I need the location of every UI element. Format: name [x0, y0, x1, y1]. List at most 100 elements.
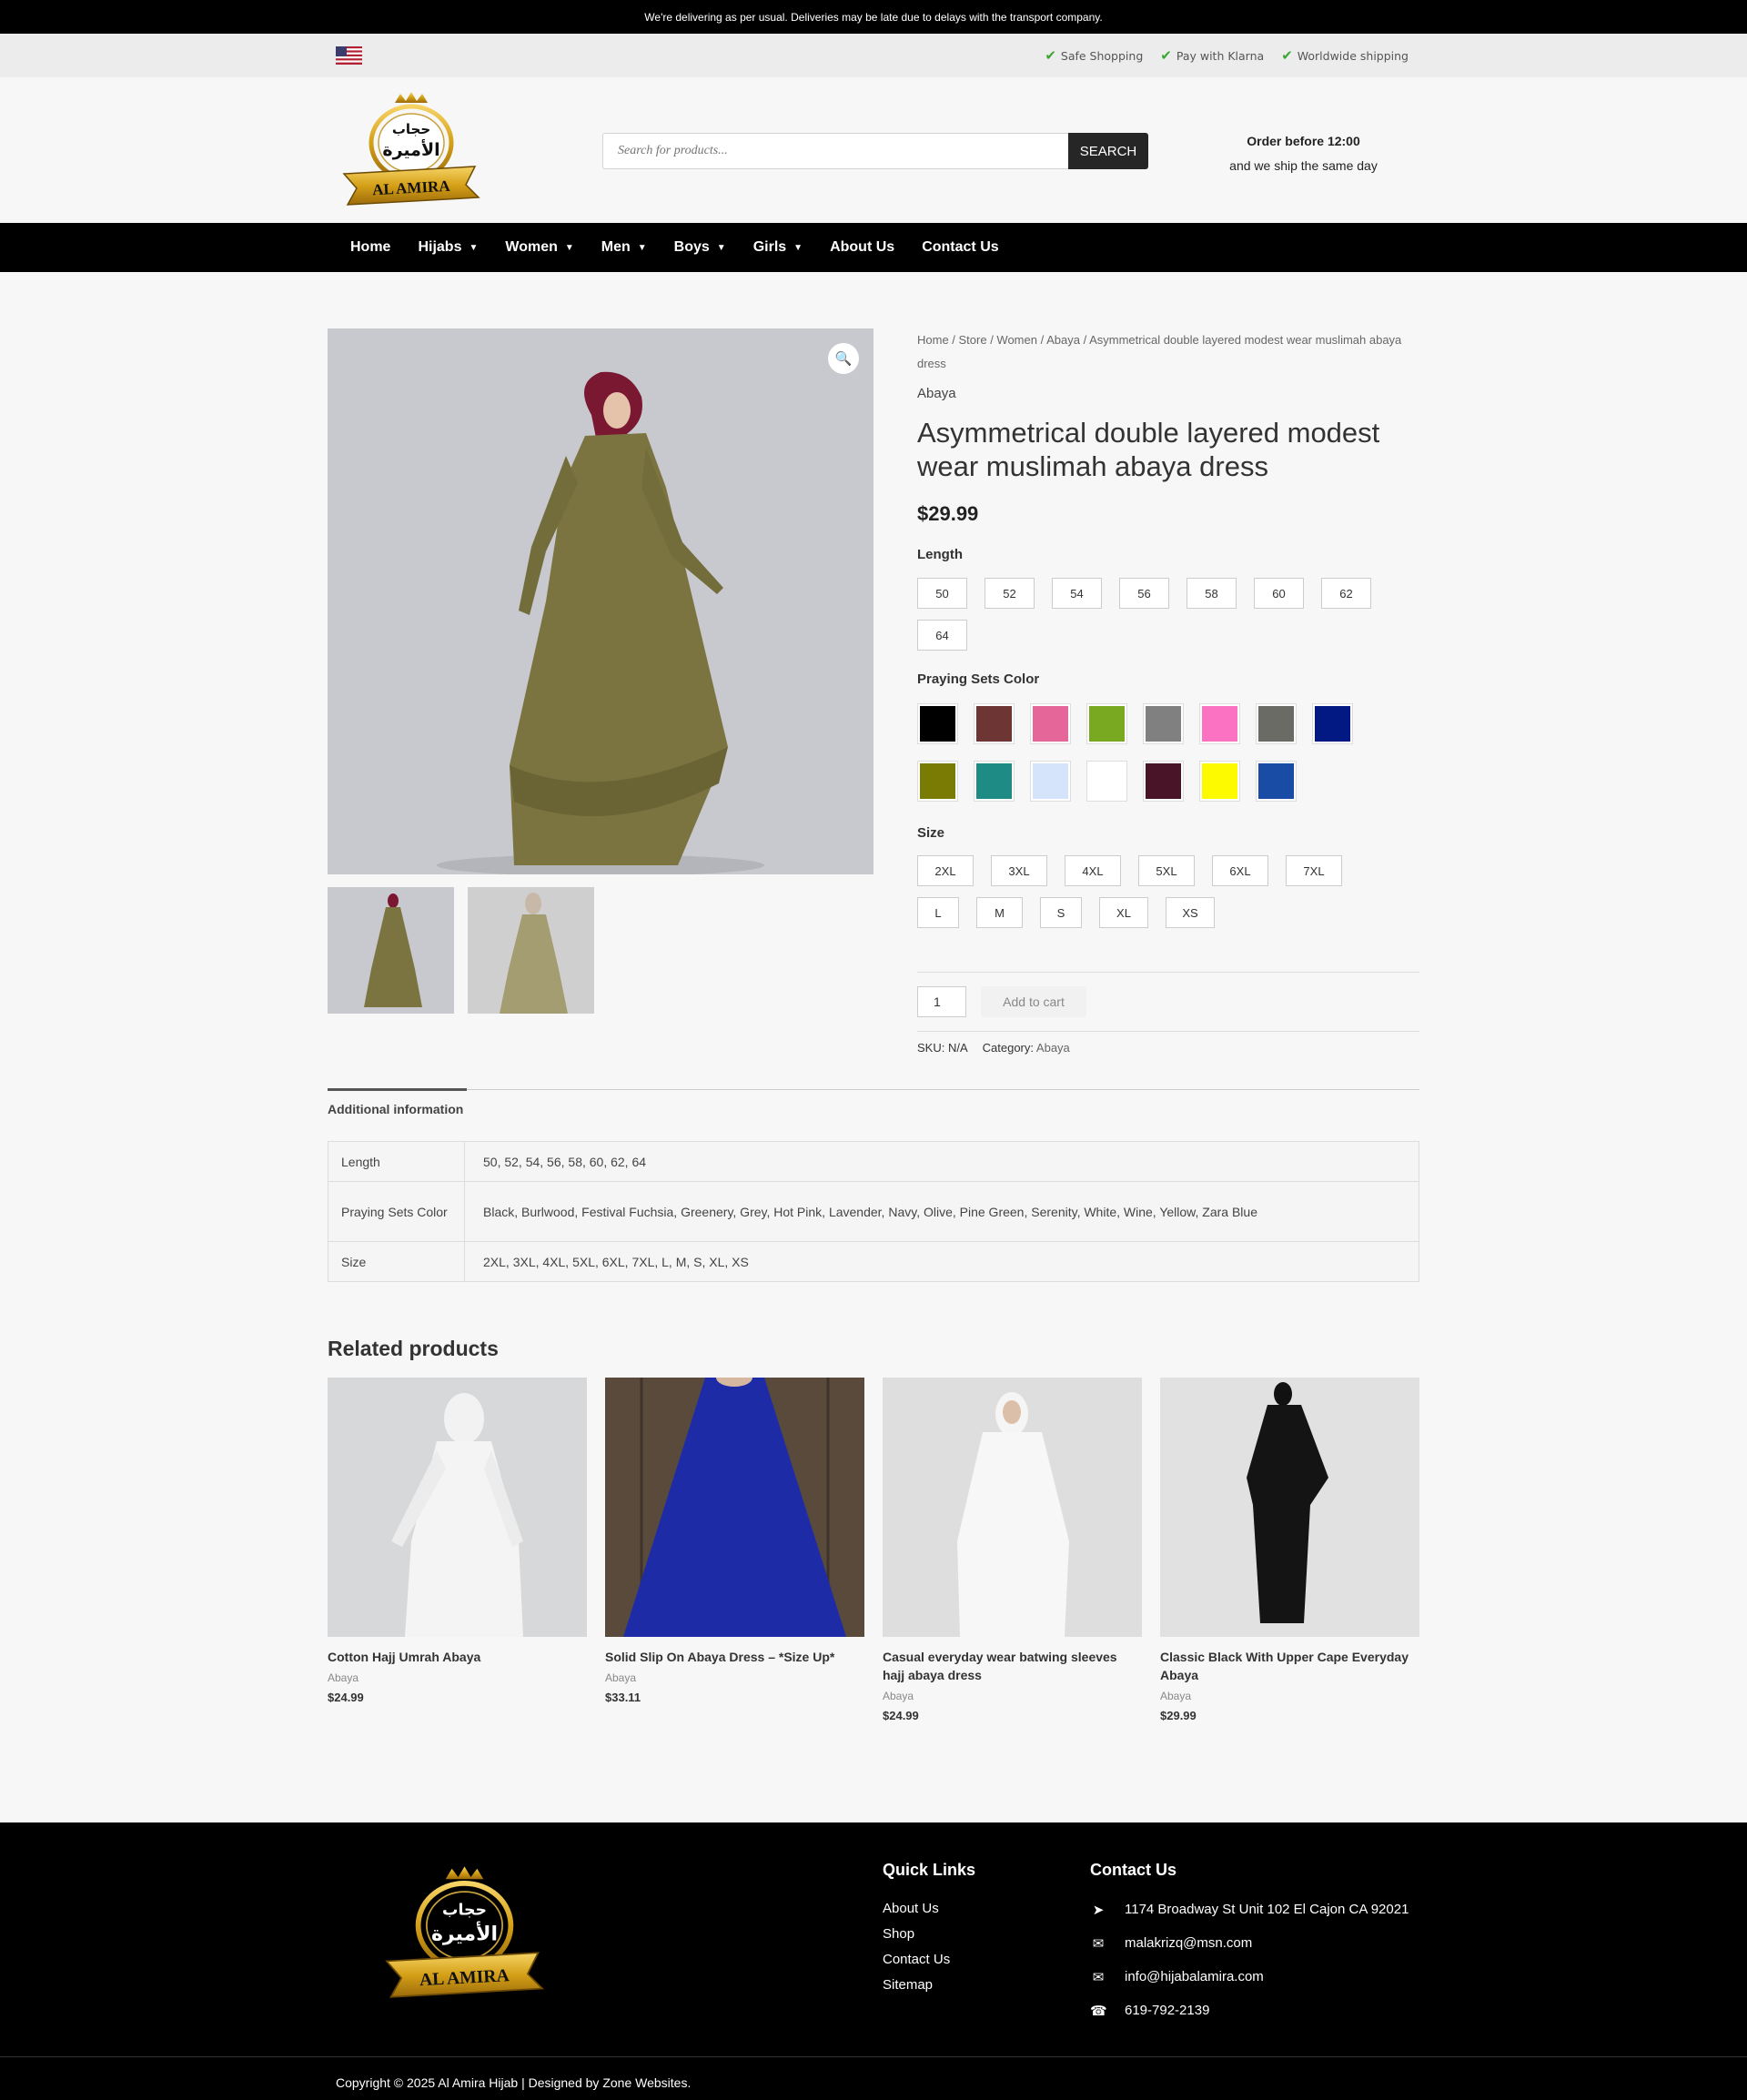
zoom-icon[interactable]: 🔍 — [828, 343, 859, 374]
nav-item-contact[interactable]: Contact Us — [922, 239, 998, 256]
add-to-cart-button[interactable]: Add to cart — [981, 986, 1086, 1017]
color-swatch[interactable] — [1030, 703, 1071, 744]
length-option[interactable]: 54 — [1052, 578, 1102, 609]
footer-divider — [0, 2056, 1747, 2057]
product-card[interactable]: Solid Slip On Abaya Dress – *Size Up* Ab… — [605, 1378, 864, 1704]
size-option[interactable]: 6XL — [1212, 855, 1268, 886]
footer-link-shop[interactable]: Shop — [883, 1922, 975, 1947]
product-card[interactable]: Classic Black With Upper Cape Everyday A… — [1160, 1378, 1419, 1722]
product-card-name[interactable]: Cotton Hajj Umrah Abaya — [328, 1648, 587, 1666]
color-swatch[interactable] — [1030, 761, 1071, 802]
color-swatch[interactable] — [974, 703, 1015, 744]
search-input[interactable] — [602, 133, 1068, 169]
contact-title: Contact Us — [1090, 1861, 1177, 1879]
size-label: Size — [917, 825, 945, 841]
us-flag-icon[interactable] — [336, 46, 362, 65]
brand-logo[interactable]: حجاب الأميرة AL AMIRA — [338, 90, 484, 217]
color-swatch-fill — [1202, 706, 1237, 742]
trust-badges: ✔ Safe Shopping ✔ Pay with Klarna ✔ Worldwi… — [1045, 34, 1409, 77]
tab-additional-information[interactable]: Additional information — [328, 1090, 1419, 1116]
color-swatch[interactable] — [1256, 703, 1297, 744]
product-card-name[interactable]: Classic Black With Upper Cape Everyday A… — [1160, 1648, 1419, 1684]
additional-info-table: Length 50, 52, 54, 56, 58, 60, 62, 64 Pr… — [328, 1141, 1419, 1282]
color-swatch[interactable] — [1312, 703, 1353, 744]
size-option[interactable]: XS — [1166, 897, 1215, 928]
search-button[interactable]: SEARCH — [1068, 133, 1148, 169]
chevron-down-icon: ▼ — [469, 242, 479, 253]
contact-email[interactable]: ✉ info@hijabalamira.com — [1090, 1960, 1409, 1994]
table-cell-value: 50, 52, 54, 56, 58, 60, 62, 64 — [464, 1141, 1419, 1182]
phone-icon: ☎ — [1090, 2003, 1107, 2019]
length-option[interactable]: 64 — [917, 620, 967, 651]
color-swatch[interactable] — [1143, 703, 1184, 744]
footer-link-about[interactable]: About Us — [883, 1896, 975, 1922]
color-swatch-fill — [976, 763, 1012, 799]
nav-item-women[interactable]: Women ▼ — [505, 239, 573, 256]
nav-item-boys[interactable]: Boys ▼ — [674, 239, 726, 256]
size-option[interactable]: 4XL — [1065, 855, 1121, 886]
color-swatch[interactable] — [917, 761, 958, 802]
product-card-name[interactable]: Casual everyday wear batwing sleeves haj… — [883, 1648, 1142, 1684]
product-card-image[interactable] — [328, 1378, 587, 1637]
contact-email[interactable]: ✉ malakrizq@msn.com — [1090, 1926, 1409, 1960]
size-option[interactable]: 3XL — [991, 855, 1047, 886]
quantity-input[interactable]: 1 — [917, 986, 966, 1017]
color-swatch[interactable] — [1086, 761, 1127, 802]
trust-badge: ✔ Worldwide shipping — [1281, 47, 1409, 64]
nav-item-hijabs[interactable]: Hijabs ▼ — [418, 239, 478, 256]
size-option[interactable]: 2XL — [917, 855, 974, 886]
chevron-down-icon: ▼ — [716, 242, 726, 253]
product-card-price: $24.99 — [328, 1691, 364, 1704]
product-thumbnail[interactable] — [468, 887, 594, 1014]
color-swatch-fill — [1033, 706, 1068, 742]
nav-item-home[interactable]: Home — [350, 239, 390, 256]
color-swatch[interactable] — [1199, 703, 1240, 744]
size-option[interactable]: 5XL — [1138, 855, 1195, 886]
size-options: 2XL 3XL 4XL 5XL 6XL 7XL L M S XL XS — [917, 855, 1390, 928]
checkmark-icon: ✔ — [1281, 47, 1293, 64]
divider — [917, 972, 1419, 973]
length-option[interactable]: 58 — [1187, 578, 1237, 609]
color-label: Praying Sets Color — [917, 671, 1040, 687]
color-swatch[interactable] — [917, 703, 958, 744]
category-link[interactable]: Abaya — [1036, 1041, 1070, 1055]
product-title: Asymmetrical double layered modest wear … — [917, 417, 1380, 482]
color-swatch[interactable] — [974, 761, 1015, 802]
nav-item-about[interactable]: About Us — [830, 239, 894, 256]
size-option[interactable]: S — [1040, 897, 1082, 928]
footer-brand-logo[interactable]: حجاب الأميرة AL AMIRA — [380, 1861, 549, 2015]
footer-link-sitemap[interactable]: Sitemap — [883, 1973, 975, 1998]
color-swatch[interactable] — [1086, 703, 1127, 744]
length-option[interactable]: 50 — [917, 578, 967, 609]
location-arrow-icon: ➤ — [1092, 1902, 1105, 1918]
color-swatch[interactable] — [1143, 761, 1184, 802]
size-option[interactable]: XL — [1099, 897, 1148, 928]
product-card-category: Abaya — [605, 1671, 637, 1684]
product-card-image[interactable] — [605, 1378, 864, 1637]
length-option[interactable]: 56 — [1119, 578, 1169, 609]
size-option[interactable]: 7XL — [1286, 855, 1342, 886]
info-bar: ✔ Safe Shopping ✔ Pay with Klarna ✔ Worldwi… — [0, 34, 1747, 77]
footer-link-contact[interactable]: Contact Us — [883, 1947, 975, 1973]
product-thumbnail[interactable] — [328, 887, 454, 1014]
color-swatch[interactable] — [1256, 761, 1297, 802]
product-card[interactable]: Cotton Hajj Umrah Abaya Abaya $24.99 — [328, 1378, 587, 1704]
length-option[interactable]: 60 — [1254, 578, 1304, 609]
length-option[interactable]: 62 — [1321, 578, 1371, 609]
size-option[interactable]: L — [917, 897, 959, 928]
color-swatch[interactable] — [1199, 761, 1240, 802]
product-card-image[interactable] — [883, 1378, 1142, 1637]
product-card-name[interactable]: Solid Slip On Abaya Dress – *Size Up* — [605, 1648, 864, 1666]
product-main-image[interactable] — [328, 328, 874, 874]
breadcrumb[interactable]: Home / Store / Women / Abaya / Asymmetri… — [917, 328, 1419, 376]
length-options: 50 52 54 56 58 60 62 64 — [917, 578, 1419, 651]
contact-phone[interactable]: ☎ 619-792-2139 — [1090, 1994, 1409, 2027]
shipping-note-subtitle: and we ship the same day — [1229, 158, 1378, 173]
product-card[interactable]: Casual everyday wear batwing sleeves haj… — [883, 1378, 1142, 1722]
color-swatch-fill — [920, 706, 955, 742]
length-option[interactable]: 52 — [985, 578, 1035, 609]
nav-item-girls[interactable]: Girls ▼ — [753, 239, 803, 256]
product-card-image[interactable] — [1160, 1378, 1419, 1637]
nav-item-men[interactable]: Men ▼ — [601, 239, 647, 256]
size-option[interactable]: M — [976, 897, 1023, 928]
